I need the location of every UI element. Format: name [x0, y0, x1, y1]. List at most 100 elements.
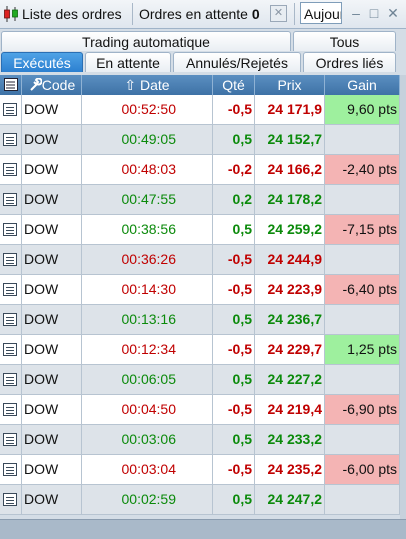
table-row[interactable]: DOW 00:12:34 -0,5 24 229,7 1,25 pts: [0, 335, 406, 365]
table-row[interactable]: DOW 00:36:26 -0,5 24 244,9: [0, 245, 406, 275]
order-details-icon[interactable]: [0, 335, 22, 364]
cell-price: 24 229,7: [255, 335, 325, 364]
table-row[interactable]: DOW 00:14:30 -0,5 24 223,9 -6,40 pts: [0, 275, 406, 305]
cell-price: 24 223,9: [255, 275, 325, 304]
cell-gain: [325, 425, 400, 454]
cell-price: 24 219,4: [255, 395, 325, 424]
toolbar: Liste des ordres Ordres en attente 0 ✕ A…: [0, 0, 406, 29]
cell-code: DOW: [22, 95, 82, 124]
tab-pending[interactable]: En attente: [85, 52, 171, 72]
close-pending-icon[interactable]: ✕: [270, 5, 287, 22]
order-details-icon[interactable]: [0, 425, 22, 454]
cell-qty: -0,2: [213, 155, 255, 184]
order-details-icon[interactable]: [0, 275, 22, 304]
cell-code: DOW: [22, 185, 82, 214]
tab-cancelled-rejected[interactable]: Annulés/Rejetés: [173, 52, 301, 72]
header-date[interactable]: ⇧ Date: [82, 75, 213, 95]
cell-qty: 0,5: [213, 305, 255, 334]
table-row[interactable]: DOW 00:48:03 -0,2 24 166,2 -2,40 pts: [0, 155, 406, 185]
cell-date: 00:52:50: [82, 95, 213, 124]
order-details-icon[interactable]: [0, 155, 22, 184]
list-icon: [3, 78, 18, 91]
cell-code: DOW: [22, 215, 82, 244]
cell-price: 24 227,2: [255, 365, 325, 394]
cell-price: 24 235,2: [255, 455, 325, 484]
table-row[interactable]: DOW 00:03:06 0,5 24 233,2: [0, 425, 406, 455]
order-details-icon[interactable]: [0, 125, 22, 154]
table-row[interactable]: DOW 00:04:50 -0,5 24 219,4 -6,90 pts: [0, 395, 406, 425]
wrench-icon: [30, 77, 43, 91]
cell-gain: [325, 485, 400, 514]
cell-price: 24 166,2: [255, 155, 325, 184]
cell-qty: 0,5: [213, 485, 255, 514]
cell-price: 24 233,2: [255, 425, 325, 454]
cell-gain: 1,25 pts: [325, 335, 400, 364]
order-details-icon[interactable]: [0, 455, 22, 484]
cell-code: DOW: [22, 305, 82, 334]
table-row[interactable]: DOW 00:02:59 0,5 24 247,2: [0, 485, 406, 515]
separator: [132, 3, 133, 25]
candlestick-icon: [4, 6, 18, 22]
table-row[interactable]: DOW 00:47:55 0,2 24 178,2: [0, 185, 406, 215]
tab-linked-orders[interactable]: Ordres liés: [303, 52, 396, 72]
cell-qty: -0,5: [213, 455, 255, 484]
table-row[interactable]: DOW 00:06:05 0,5 24 227,2: [0, 365, 406, 395]
maximize-icon[interactable]: □: [367, 4, 381, 22]
cell-price: 24 236,7: [255, 305, 325, 334]
order-details-icon[interactable]: [0, 485, 22, 514]
header-price[interactable]: Prix: [255, 75, 325, 95]
cell-code: DOW: [22, 335, 82, 364]
minimize-icon[interactable]: –: [349, 4, 363, 22]
order-details-icon[interactable]: [0, 305, 22, 334]
cell-code: DOW: [22, 485, 82, 514]
cell-date: 00:48:03: [82, 155, 213, 184]
order-details-icon[interactable]: [0, 215, 22, 244]
cell-date: 00:49:05: [82, 125, 213, 154]
cell-gain: -7,15 pts: [325, 215, 400, 244]
tab-automatic-trading[interactable]: Trading automatique: [1, 31, 291, 51]
pending-orders-label[interactable]: Ordres en attente 0: [139, 4, 260, 24]
cell-date: 00:06:05: [82, 365, 213, 394]
cell-qty: 0,2: [213, 185, 255, 214]
cell-date: 00:14:30: [82, 275, 213, 304]
vertical-scrollbar[interactable]: [400, 75, 406, 538]
table-row[interactable]: DOW 00:52:50 -0,5 24 171,9 9,60 pts: [0, 95, 406, 125]
tab-executed[interactable]: Exécutés: [1, 52, 83, 72]
table-header: Code ⇧ Date Qté Prix Gain: [0, 75, 406, 95]
cell-gain: -6,90 pts: [325, 395, 400, 424]
cell-price: 24 247,2: [255, 485, 325, 514]
header-icon-column[interactable]: [0, 75, 22, 95]
order-details-icon[interactable]: [0, 395, 22, 424]
tab-all[interactable]: Tous: [293, 31, 396, 51]
cell-date: 00:03:04: [82, 455, 213, 484]
header-qty[interactable]: Qté: [213, 75, 255, 95]
table-row[interactable]: DOW 00:38:56 0,5 24 259,2 -7,15 pts: [0, 215, 406, 245]
cell-date: 00:38:56: [82, 215, 213, 244]
cell-price: 24 152,7: [255, 125, 325, 154]
cell-date: 00:47:55: [82, 185, 213, 214]
close-window-icon[interactable]: ✕: [386, 4, 400, 22]
cell-date: 00:13:16: [82, 305, 213, 334]
cell-code: DOW: [22, 365, 82, 394]
cell-gain: [325, 245, 400, 274]
header-code[interactable]: Code: [22, 75, 82, 95]
cell-code: DOW: [22, 275, 82, 304]
period-input[interactable]: Aujourd'hui: [300, 2, 342, 24]
order-details-icon[interactable]: [0, 245, 22, 274]
header-gain[interactable]: Gain: [325, 75, 400, 95]
order-details-icon[interactable]: [0, 365, 22, 394]
table-row[interactable]: DOW 00:13:16 0,5 24 236,7: [0, 305, 406, 335]
cell-qty: -0,5: [213, 245, 255, 274]
separator: [294, 3, 295, 25]
order-list-title[interactable]: Liste des ordres: [22, 4, 122, 24]
table-row[interactable]: DOW 00:03:04 -0,5 24 235,2 -6,00 pts: [0, 455, 406, 485]
order-details-icon[interactable]: [0, 185, 22, 214]
cell-date: 00:36:26: [82, 245, 213, 274]
cell-price: 24 244,9: [255, 245, 325, 274]
cell-date: 00:12:34: [82, 335, 213, 364]
cell-gain: [325, 185, 400, 214]
cell-qty: -0,5: [213, 95, 255, 124]
pending-count: 0: [251, 6, 260, 22]
order-details-icon[interactable]: [0, 95, 22, 124]
table-row[interactable]: DOW 00:49:05 0,5 24 152,7: [0, 125, 406, 155]
